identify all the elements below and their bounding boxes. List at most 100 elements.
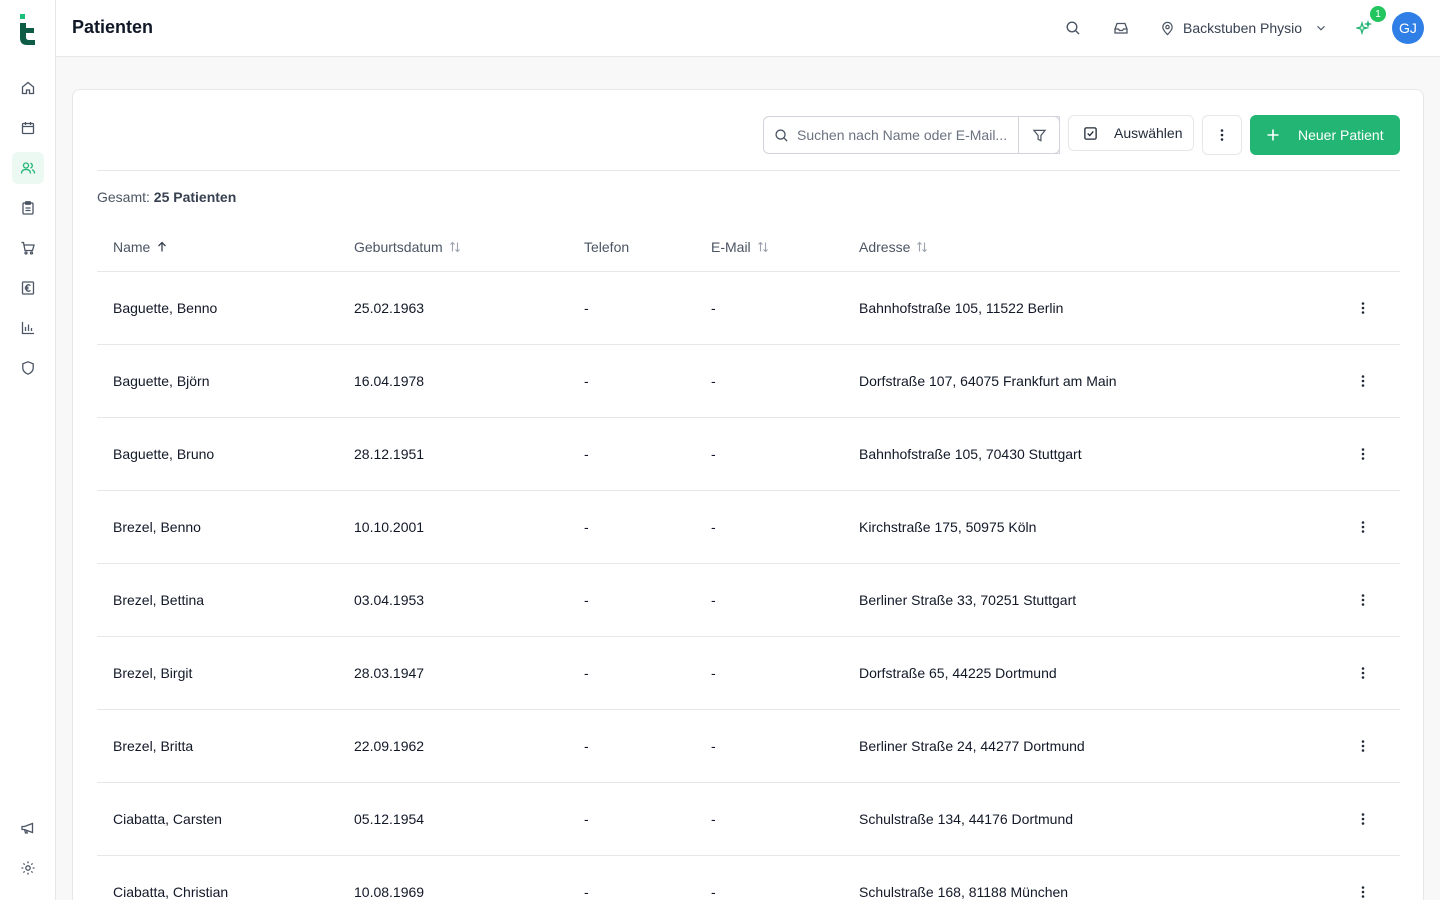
table-row[interactable]: Baguette, Björn 16.04.1978 - - Dorfstraße 10… <box>97 345 1400 418</box>
column-header-birthdate[interactable]: Geburtsdatum <box>354 239 461 255</box>
patient-birthdate: 10.10.2001 <box>354 519 425 535</box>
sort-icon <box>449 241 460 253</box>
sidebar-item-announcements[interactable] <box>12 812 44 844</box>
row-actions-button[interactable] <box>1353 371 1373 391</box>
patient-email: - <box>711 373 716 389</box>
more-vertical-icon <box>1361 886 1365 898</box>
more-vertical-icon <box>1361 375 1365 387</box>
column-header-phone-label: Telefon <box>584 239 630 255</box>
sidebar-item-calendar[interactable] <box>12 112 44 144</box>
patient-address: Dorfstraße 107, 64075 Frankfurt am Main <box>859 373 1117 389</box>
row-actions-button[interactable] <box>1353 809 1373 829</box>
sidebar-item-clipboard[interactable] <box>12 192 44 224</box>
gear-icon <box>21 861 35 875</box>
more-vertical-icon <box>1361 667 1365 679</box>
patient-email: - <box>711 811 716 827</box>
patient-email: - <box>711 519 716 535</box>
patient-address: Bahnhofstraße 105, 70430 Stuttgart <box>859 446 1082 462</box>
sort-icon <box>757 241 768 253</box>
new-patient-button[interactable]: Neuer Patient <box>1250 115 1400 155</box>
patient-count: Gesamt: 25 Patienten <box>97 189 236 205</box>
shield-icon <box>22 361 34 375</box>
column-header-email[interactable]: E-Mail <box>711 239 769 255</box>
search-input[interactable] <box>797 127 1037 143</box>
row-actions-button[interactable] <box>1353 517 1373 537</box>
select-button[interactable]: Auswählen <box>1068 115 1194 151</box>
map-pin-icon <box>1162 21 1173 35</box>
sidebar-item-billing[interactable] <box>12 272 44 304</box>
row-actions-button[interactable] <box>1353 444 1373 464</box>
row-actions-button[interactable] <box>1353 298 1373 318</box>
patient-address: Dorfstraße 65, 44225 Dortmund <box>859 665 1057 681</box>
column-header-birthdate-label: Geburtsdatum <box>354 239 443 255</box>
row-actions-button[interactable] <box>1353 736 1373 756</box>
table-row[interactable]: Ciabatta, Christian 10.08.1969 - - Schulstra… <box>97 856 1400 900</box>
sort-icon <box>917 241 928 253</box>
patient-birthdate: 03.04.1953 <box>354 592 425 608</box>
global-search-button[interactable] <box>1063 18 1083 38</box>
column-header-address-label: Adresse <box>859 239 911 255</box>
more-options-button[interactable] <box>1202 115 1242 155</box>
patient-birthdate: 22.09.1962 <box>354 738 425 754</box>
patient-name: Ciabatta, Christian <box>113 884 229 900</box>
column-header-name[interactable]: Name <box>113 239 168 255</box>
patient-address: Schulstraße 134, 44176 Dortmund <box>859 811 1074 827</box>
top-bar: Patienten Backstuben Physio 1 GJ <box>56 0 1440 57</box>
table-row[interactable]: Brezel, Britta 22.09.1962 - - Berliner Straß… <box>97 710 1400 783</box>
sidebar-item-security[interactable] <box>12 352 44 384</box>
patient-phone: - <box>584 300 589 316</box>
row-actions-button[interactable] <box>1353 590 1373 610</box>
sort-ascending-icon <box>158 241 167 252</box>
column-header-email-label: E-Mail <box>711 239 751 255</box>
row-actions-button[interactable] <box>1353 882 1373 900</box>
table-row[interactable]: Brezel, Bettina 03.04.1953 - - Berliner Stra… <box>97 564 1400 637</box>
patient-email: - <box>711 665 716 681</box>
location-selector[interactable]: Backstuben Physio <box>1160 17 1328 39</box>
sparkle-button[interactable] <box>1354 18 1374 38</box>
patient-phone: - <box>584 446 589 462</box>
app-logo-icon[interactable] <box>18 12 38 46</box>
sidebar-item-statistics[interactable] <box>12 312 44 344</box>
table-row[interactable]: Brezel, Benno 10.10.2001 - - Kirchstraße 175… <box>97 491 1400 564</box>
patient-birthdate: 16.04.1978 <box>354 373 425 389</box>
patient-birthdate: 28.12.1951 <box>354 446 425 462</box>
sidebar-item-home[interactable] <box>12 72 44 104</box>
checkbox-icon <box>1084 126 1097 140</box>
filter-button[interactable] <box>1018 116 1060 154</box>
sidebar <box>0 0 56 900</box>
sidebar-item-settings[interactable] <box>12 852 44 884</box>
patient-phone: - <box>584 592 589 608</box>
patient-phone: - <box>584 665 589 681</box>
patient-phone: - <box>584 811 589 827</box>
sidebar-item-shop[interactable] <box>12 232 44 264</box>
table-row[interactable]: Baguette, Benno 25.02.1963 - - Bahnhofstraße… <box>97 272 1400 345</box>
table-row[interactable]: Baguette, Bruno 28.12.1951 - - Bahnhofstraße… <box>97 418 1400 491</box>
select-button-label: Auswählen <box>1114 125 1183 141</box>
patient-name: Ciabatta, Carsten <box>113 811 222 827</box>
patient-name: Baguette, Benno <box>113 300 218 316</box>
patient-email: - <box>711 592 716 608</box>
patient-count-label: Gesamt: <box>97 189 150 205</box>
patient-name: Brezel, Benno <box>113 519 201 535</box>
patient-name: Brezel, Bettina <box>113 592 205 608</box>
table-row[interactable]: Ciabatta, Carsten 05.12.1954 - - Schulstraße… <box>97 783 1400 856</box>
patient-phone: - <box>584 519 589 535</box>
patient-address: Berliner Straße 24, 44277 Dortmund <box>859 738 1085 754</box>
location-label: Backstuben Physio <box>1183 20 1303 36</box>
plus-icon <box>1267 129 1279 141</box>
avatar[interactable]: GJ <box>1392 12 1424 44</box>
table-row[interactable]: Brezel, Birgit 28.03.1947 - - Dorfstraße 65,… <box>97 637 1400 710</box>
row-actions-button[interactable] <box>1353 663 1373 683</box>
patient-birthdate: 28.03.1947 <box>354 665 425 681</box>
more-vertical-icon <box>1361 740 1365 752</box>
sidebar-item-patients[interactable] <box>12 152 44 184</box>
patient-name: Brezel, Birgit <box>113 665 193 681</box>
inbox-button[interactable] <box>1111 18 1131 38</box>
home-icon <box>21 81 35 95</box>
column-header-address[interactable]: Adresse <box>859 239 928 255</box>
patient-email: - <box>711 738 716 754</box>
users-icon <box>20 162 36 174</box>
calendar-icon <box>21 122 35 135</box>
chart-icon <box>21 322 34 335</box>
euro-icon <box>21 281 35 295</box>
